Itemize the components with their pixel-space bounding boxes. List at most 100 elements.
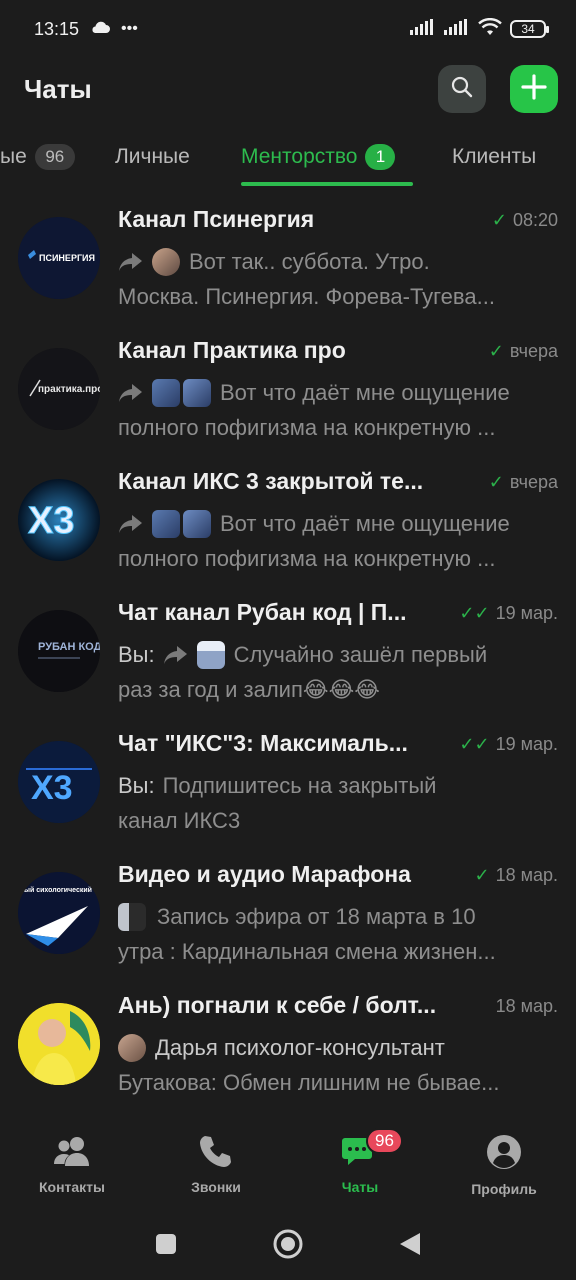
nav-label: Звонки — [191, 1179, 241, 1195]
read-tick-icon: ✓ — [474, 865, 490, 885]
chat-preview: Вы: Подпишитесь на закрытый канал ИКС3 — [118, 768, 558, 838]
tab-personal[interactable]: Личные — [115, 132, 190, 182]
tab-mentorship[interactable]: Менторство 1 — [241, 132, 396, 182]
tab-label: Менторство — [241, 145, 358, 168]
phone-icon — [198, 1134, 234, 1173]
home-button[interactable] — [272, 1228, 304, 1265]
new-chat-button[interactable] — [510, 65, 558, 113]
avatar-text: X3 — [28, 500, 74, 542]
signal-icon — [410, 18, 436, 40]
double-tick-icon: ✓✓ — [459, 734, 490, 754]
chat-item[interactable]: X3 Чат "ИКС"3: Максималь... ✓✓ 19 мар. В… — [0, 720, 576, 851]
chat-item[interactable]: РУБАН КОД Чат канал Рубан код | П... ✓✓ … — [0, 589, 576, 720]
chat-preview: Вот что даёт мне ощущение полного пофиги… — [118, 506, 558, 576]
battery-icon: 34 — [510, 20, 549, 38]
video-thumbnail — [118, 902, 146, 931]
back-button[interactable] — [398, 1231, 422, 1262]
media-thumbnail — [152, 247, 180, 276]
profile-icon — [486, 1134, 522, 1175]
chat-item[interactable]: практика.про Канал Практика про ✓ вчера … — [0, 327, 576, 458]
chat-time: 18 мар. — [496, 996, 558, 1017]
tab-count-badge: 1 — [365, 144, 396, 170]
media-thumbnail — [183, 378, 211, 407]
read-tick-icon: ✓ — [488, 472, 504, 492]
chat-time-text: 18 мар. — [495, 996, 558, 1016]
preview-line: полного пофигизма на конкретную ... — [118, 546, 496, 571]
search-button[interactable] — [438, 65, 486, 113]
chat-item[interactable]: ый сихологический Телеграмм-Марафон Виде… — [0, 851, 576, 982]
recents-button[interactable] — [154, 1232, 178, 1261]
status-time: 13:15 — [34, 18, 80, 39]
preview-line: Подпишитесь на закрытый — [162, 773, 437, 798]
bottom-navigation: Контакты Звонки 96 Чаты Профиль — [0, 1120, 576, 1210]
tab-clients[interactable]: Клиенты — [452, 132, 536, 182]
nav-contacts[interactable]: Контакты — [0, 1120, 144, 1210]
preview-line: Дарья психолог-консультант — [155, 1035, 445, 1060]
preview-line: Москва. Псинергия. Форева-Тугева... — [118, 284, 495, 309]
media-thumbnail — [152, 378, 180, 407]
chat-name: Канал Псинергия — [118, 206, 315, 232]
chat-item[interactable]: Ань) погнали к себе / болт... 18 мар. Да… — [0, 982, 576, 1113]
avatar: практика.про — [18, 348, 100, 430]
nav-calls[interactable]: Звонки — [144, 1120, 288, 1210]
chat-name: Чат канал Рубан код | П... — [118, 599, 407, 625]
tab-label: Клиенты — [452, 145, 537, 168]
chat-preview: Вот так.. суббота. Утро. Москва. Псинерг… — [118, 244, 558, 314]
double-tick-icon: ✓✓ — [459, 603, 490, 623]
avatar-text: практика.про — [38, 384, 100, 395]
chat-time: ✓✓ 19 мар. — [459, 603, 558, 624]
chat-time-text: 19 мар. — [495, 734, 558, 754]
chat-list: ПСИНЕРГИЯ Канал Псинергия ✓ 08:20 Вот та… — [0, 196, 576, 1113]
avatar: ПСИНЕРГИЯ — [18, 217, 100, 299]
signal-2-icon — [444, 18, 470, 40]
read-tick-icon: ✓ — [488, 341, 504, 361]
preview-line: канал ИКС3 — [118, 808, 241, 833]
nav-label: Чаты — [341, 1179, 379, 1195]
nav-chats[interactable]: 96 Чаты — [288, 1120, 432, 1210]
plus-icon — [521, 73, 547, 105]
avatar-text: ПСИНЕРГИЯ — [39, 253, 95, 263]
preview-line: Вот что даёт мне ощущение — [220, 511, 510, 536]
tab-all[interactable]: ые 96 — [0, 132, 75, 182]
chat-preview: Вы: Случайно зашёл первый раз за год и з… — [118, 637, 558, 707]
app-header: Чаты — [0, 64, 576, 114]
chat-time: ✓✓ 19 мар. — [459, 734, 558, 755]
sender-label: Вы: — [118, 642, 155, 667]
nav-label: Профиль — [471, 1181, 537, 1197]
chat-item[interactable]: X3 Канал ИКС 3 закрытой те... ✓ вчера Во… — [0, 458, 576, 589]
chat-time-text: вчера — [509, 472, 558, 492]
avatar: X3 — [18, 479, 100, 561]
chat-name: Канал Практика про — [118, 337, 346, 363]
avatar-text: X3 — [31, 769, 73, 807]
page-title: Чаты — [24, 73, 92, 104]
chat-item[interactable]: ПСИНЕРГИЯ Канал Псинергия ✓ 08:20 Вот та… — [0, 196, 576, 327]
preview-line: утра : Кардинальная смена жизнен... — [118, 939, 496, 964]
status-more: ••• — [121, 20, 138, 37]
avatar: X3 — [18, 741, 100, 823]
forward-icon — [118, 251, 144, 273]
status-bar: 13:15 ••• 34 — [0, 0, 576, 58]
avatar: РУБАН КОД — [18, 610, 100, 692]
nav-profile[interactable]: Профиль — [432, 1120, 576, 1210]
forward-icon — [118, 513, 144, 535]
folder-tabs: ые 96 Личные Менторство 1 Клиенты — [0, 132, 576, 188]
avatar — [18, 1003, 100, 1085]
chat-time: ✓ вчера — [489, 341, 558, 362]
tab-count-badge: 96 — [34, 144, 75, 170]
tab-label: ые — [0, 145, 27, 168]
wifi-icon — [478, 17, 502, 41]
chat-time-text: 19 мар. — [495, 603, 558, 623]
sender-avatar — [118, 1033, 146, 1062]
chat-time-text: вчера — [509, 341, 558, 361]
media-thumbnail — [152, 509, 180, 538]
avatar-text: РУБАН КОД — [38, 641, 100, 653]
nav-label: Контакты — [38, 1179, 105, 1195]
forward-icon — [163, 644, 189, 666]
unread-badge: 96 — [366, 1128, 403, 1154]
preview-line: Случайно зашёл первый — [233, 642, 488, 667]
chat-time-text: 08:20 — [512, 210, 558, 230]
preview-line: Вот что даёт мне ощущение — [220, 380, 510, 405]
media-thumbnail — [196, 640, 225, 669]
contacts-icon — [52, 1134, 92, 1173]
read-tick-icon: ✓ — [491, 210, 507, 230]
